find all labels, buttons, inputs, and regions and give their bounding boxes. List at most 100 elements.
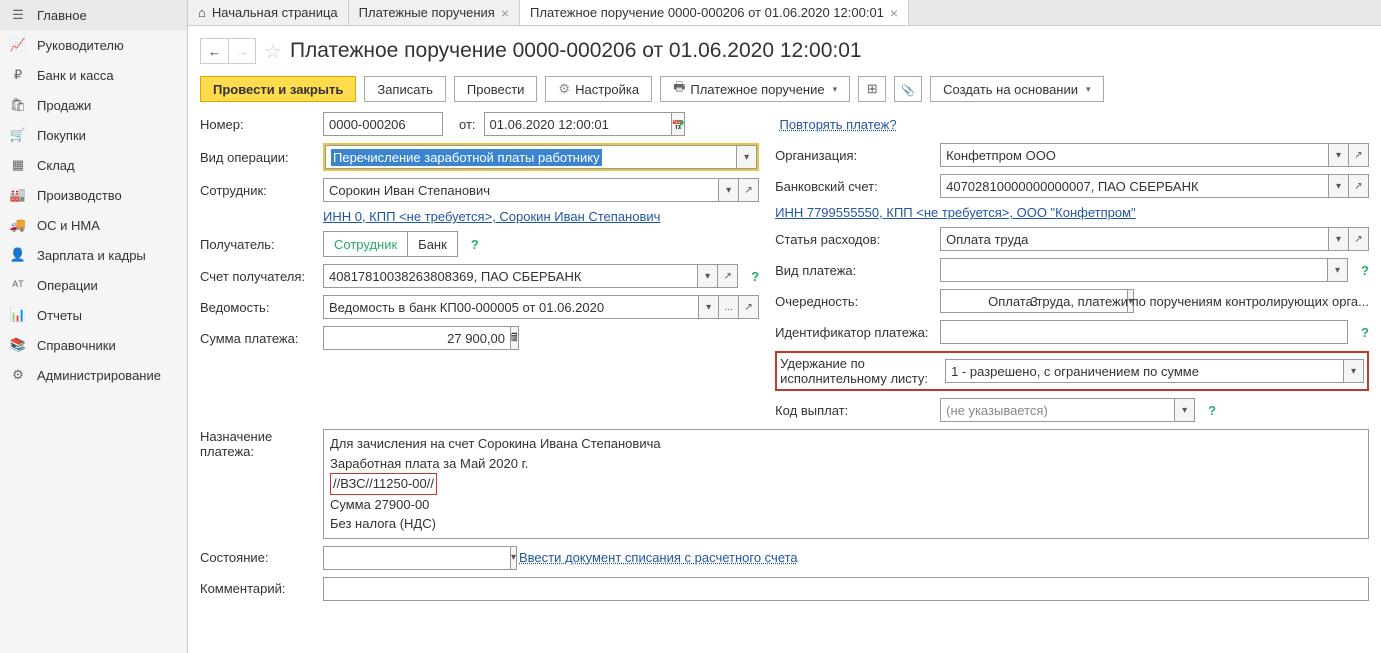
sheet-field[interactable] <box>323 295 699 319</box>
person-icon: 👤 <box>10 247 26 263</box>
factory-icon: 🏭 <box>10 187 26 203</box>
toggle-employee[interactable]: Сотрудник <box>324 232 408 256</box>
open-button[interactable]: ↗ <box>1349 227 1369 251</box>
purpose-textarea[interactable]: Для зачисления на счет Сорокина Ивана Ст… <box>323 429 1369 539</box>
inn-link[interactable]: ИНН 7799555550, КПП <не требуется>, ООО … <box>775 205 1136 220</box>
recipient-toggle: Сотрудник Банк <box>323 231 458 257</box>
dropdown-button[interactable]: ▾ <box>1328 258 1348 282</box>
sidebar-item-0[interactable]: ☰Главное <box>0 0 187 30</box>
dropdown-button[interactable]: ▾ <box>511 546 517 570</box>
help-icon[interactable]: ? <box>1361 263 1369 278</box>
tab-home[interactable]: ⌂ Начальная страница <box>188 0 349 25</box>
status-field[interactable] <box>323 546 511 570</box>
process-and-close-button[interactable]: Провести и закрыть <box>200 76 356 102</box>
sidebar-item-10[interactable]: 📊Отчеты <box>0 300 187 330</box>
dropdown-button[interactable]: ▾ <box>1329 227 1349 251</box>
expense-field[interactable] <box>940 227 1329 251</box>
org-field[interactable] <box>940 143 1329 167</box>
sidebar: ☰Главное📈Руководителю₽Банк и касса🛍Прода… <box>0 0 188 653</box>
tab-label: Платежное поручение 0000-000206 от 01.06… <box>530 5 884 20</box>
cart-icon: 🛒 <box>10 127 26 143</box>
open-button[interactable]: ↗ <box>1349 174 1369 198</box>
back-button[interactable]: ← <box>200 38 228 64</box>
sidebar-item-11[interactable]: 📚Справочники <box>0 330 187 360</box>
open-button[interactable]: ↗ <box>1349 143 1369 167</box>
dropdown-button[interactable]: ▾ <box>737 145 757 169</box>
tabs-bar: ⌂ Начальная страница Платежные поручения… <box>188 0 1381 26</box>
dropdown-button[interactable]: ▾ <box>699 295 719 319</box>
sidebar-item-7[interactable]: 🚚ОС и НМА <box>0 210 187 240</box>
help-icon[interactable]: ? <box>677 117 685 132</box>
recipient-account-field[interactable] <box>323 264 698 288</box>
withholding-field[interactable] <box>945 359 1344 383</box>
comment-label: Комментарий: <box>200 581 315 596</box>
tab-payment-order[interactable]: Платежное поручение 0000-000206 от 01.06… <box>520 0 909 25</box>
print-button[interactable]: Платежное поручение▾ <box>660 76 850 102</box>
tab-payments[interactable]: Платежные поручения × <box>349 0 520 25</box>
payment-type-label: Вид платежа: <box>775 263 932 278</box>
help-icon[interactable]: ? <box>751 269 759 284</box>
org-label: Организация: <box>775 148 932 163</box>
close-icon[interactable]: × <box>890 5 898 21</box>
expense-label: Статья расходов: <box>775 232 932 247</box>
process-button[interactable]: Провести <box>454 76 538 102</box>
save-button[interactable]: Записать <box>364 76 446 102</box>
close-icon[interactable]: × <box>501 5 509 21</box>
sidebar-item-12[interactable]: ⚙Администрирование <box>0 360 187 390</box>
bank-account-field[interactable] <box>940 174 1329 198</box>
operation-select[interactable]: Перечисление заработной платы работнику <box>325 145 737 169</box>
payout-code-field[interactable] <box>940 398 1175 422</box>
chevron-down-icon: ▾ <box>1086 84 1091 95</box>
create-based-button[interactable]: Создать на основании▾ <box>930 76 1103 102</box>
attach-button[interactable] <box>894 76 922 102</box>
sidebar-item-8[interactable]: 👤Зарплата и кадры <box>0 240 187 270</box>
sidebar-item-3[interactable]: 🛍Продажи <box>0 90 187 120</box>
sidebar-item-5[interactable]: ▦Склад <box>0 150 187 180</box>
dropdown-button[interactable]: ▾ <box>719 178 739 202</box>
number-field[interactable] <box>323 112 443 136</box>
forward-button[interactable]: → <box>228 38 256 64</box>
dropdown-button[interactable]: ▾ <box>698 264 718 288</box>
sidebar-item-2[interactable]: ₽Банк и касса <box>0 60 187 90</box>
sidebar-item-6[interactable]: 🏭Производство <box>0 180 187 210</box>
repeat-link[interactable]: Повторять платеж? <box>779 117 896 132</box>
payment-type-field[interactable] <box>940 258 1328 282</box>
books-icon: 📚 <box>10 337 26 353</box>
sidebar-item-9[interactable]: ᴬᵀ Операции <box>0 270 187 300</box>
open-button[interactable]: ↗ <box>739 295 759 319</box>
bank-account-label: Банковский счет: <box>775 179 932 194</box>
help-icon[interactable]: ? <box>1208 403 1216 418</box>
dropdown-button[interactable]: ▾ <box>1329 174 1349 198</box>
date-field[interactable] <box>484 112 672 136</box>
more-button[interactable]: ... <box>719 295 739 319</box>
dtkt-icon: ᴬᵀ <box>10 277 26 293</box>
sidebar-item-1[interactable]: 📈Руководителю <box>0 30 187 60</box>
sidebar-item-4[interactable]: 🛒Покупки <box>0 120 187 150</box>
order-label: Очередность: <box>775 294 932 309</box>
structure-button[interactable] <box>858 76 886 102</box>
inn-link[interactable]: ИНН 0, КПП <не требуется>, Сорокин Иван … <box>323 209 660 224</box>
amount-field[interactable] <box>323 326 511 350</box>
sidebar-item-label: Операции <box>37 278 98 293</box>
purpose-label: Назначение платежа: <box>200 429 315 459</box>
dropdown-button[interactable]: ▾ <box>1175 398 1195 422</box>
dropdown-button[interactable]: ▾ <box>1329 143 1349 167</box>
calculator-button[interactable] <box>511 326 519 350</box>
settings-button[interactable]: Настройка <box>545 76 652 102</box>
structure-icon <box>867 81 878 97</box>
help-icon[interactable]: ? <box>471 237 479 252</box>
status-link[interactable]: Ввести документ списания с расчетного сч… <box>519 550 798 565</box>
attach-icon <box>901 82 915 97</box>
identifier-field[interactable] <box>940 320 1348 344</box>
sheet-label: Ведомость: <box>200 300 315 315</box>
sidebar-item-label: Продажи <box>37 98 91 113</box>
dropdown-button[interactable]: ▾ <box>1344 359 1364 383</box>
favorite-star-icon[interactable]: ☆ <box>264 39 282 64</box>
toggle-bank[interactable]: Банк <box>408 232 457 256</box>
employee-field[interactable] <box>323 178 719 202</box>
comment-field[interactable] <box>323 577 1369 601</box>
tab-label: Платежные поручения <box>359 5 495 20</box>
open-button[interactable]: ↗ <box>718 264 738 288</box>
open-button[interactable]: ↗ <box>739 178 759 202</box>
help-icon[interactable]: ? <box>1361 325 1369 340</box>
